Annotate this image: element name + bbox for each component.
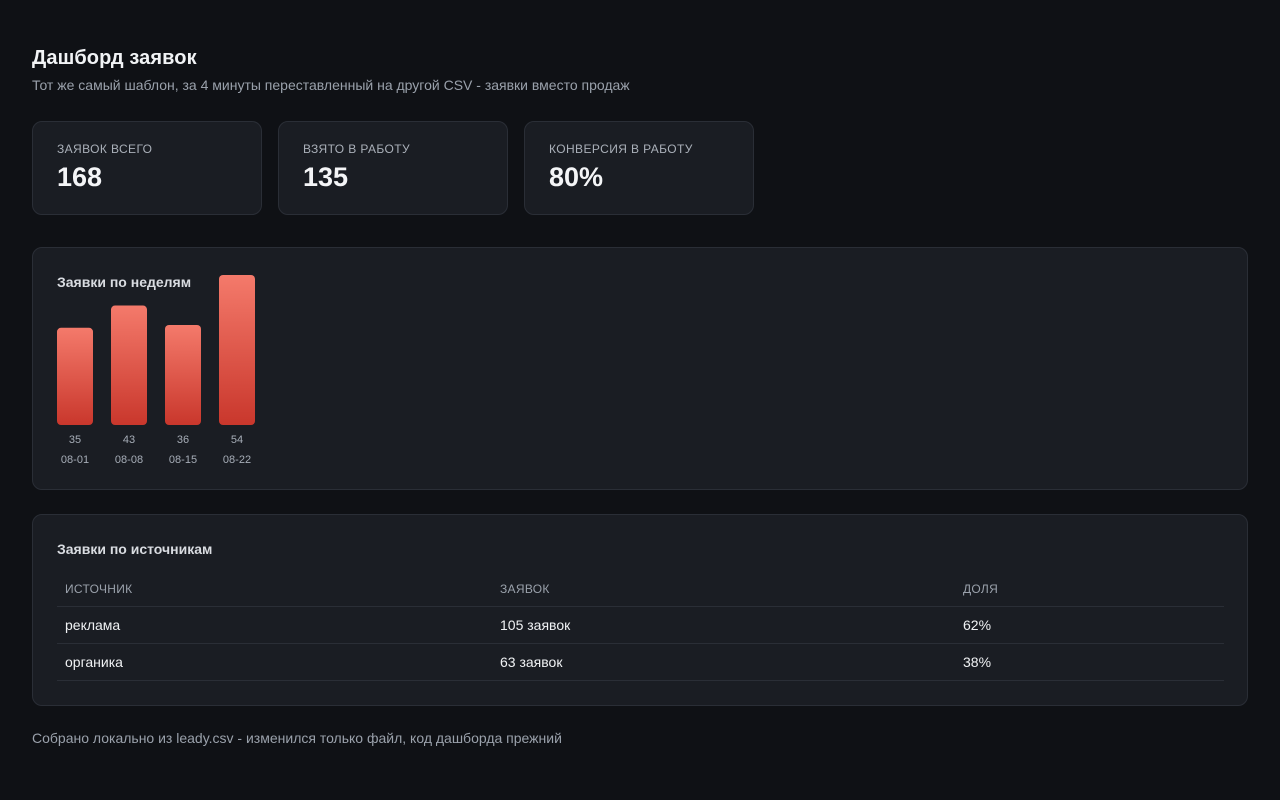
cell-share: 62% bbox=[963, 617, 992, 633]
bar-category-label: 08-01 bbox=[61, 454, 89, 466]
table-title: Заявки по источникам bbox=[57, 541, 213, 557]
cell-share: 38% bbox=[963, 654, 992, 670]
kpi-value: 168 bbox=[57, 162, 103, 192]
table-header-row: ИСТОЧНИК ЗАЯВОК ДОЛЯ bbox=[57, 571, 1224, 607]
weekly-bar-chart: 35 08-01 43 08-08 36 08-15 54 08-22 bbox=[57, 275, 255, 466]
bar-category-label: 08-15 bbox=[169, 454, 197, 466]
cell-source: органика bbox=[65, 654, 123, 670]
chart-bar bbox=[57, 327, 93, 425]
kpi-label: ВЗЯТО В РАБОТУ bbox=[303, 142, 411, 156]
sources-table: ИСТОЧНИК ЗАЯВОК ДОЛЯ реклама 105 заявок … bbox=[57, 571, 1224, 681]
table-row: органика 63 заявок 38% bbox=[57, 644, 1224, 681]
kpi-label: ЗАЯВОК ВСЕГО bbox=[57, 142, 153, 156]
bar-category-label: 08-08 bbox=[115, 454, 143, 466]
kpi-value: 80% bbox=[549, 162, 604, 192]
page-title: Дашборд заявок bbox=[32, 47, 197, 69]
sources-table-panel: Заявки по источникам ИСТОЧНИК ЗАЯВОК ДОЛ… bbox=[32, 514, 1248, 706]
chart-bar bbox=[219, 275, 255, 425]
kpi-card-conversion: КОНВЕРСИЯ В РАБОТУ 80% bbox=[524, 121, 754, 215]
chart-title: Заявки по неделям bbox=[57, 274, 192, 290]
column-header-count: ЗАЯВОК bbox=[500, 581, 550, 596]
page-subtitle: Тот же самый шаблон, за 4 минуты переста… bbox=[32, 77, 630, 93]
dashboard-page: Дашборд заявок Тот же самый шаблон, за 4… bbox=[0, 0, 1280, 800]
kpi-card-taken: ВЗЯТО В РАБОТУ 135 bbox=[278, 121, 508, 215]
kpi-label: КОНВЕРСИЯ В РАБОТУ bbox=[549, 142, 693, 156]
cell-source: реклама bbox=[65, 617, 121, 633]
bar-category-label: 08-22 bbox=[223, 454, 251, 466]
kpi-row: ЗАЯВОК ВСЕГО 168 ВЗЯТО В РАБОТУ 135 КОНВ… bbox=[32, 121, 754, 215]
column-header-source: ИСТОЧНИК bbox=[65, 581, 133, 596]
table-row: реклама 105 заявок 62% bbox=[57, 607, 1224, 644]
table-body: реклама 105 заявок 62% органика 63 заяво… bbox=[57, 607, 1224, 681]
cell-count: 63 заявок bbox=[500, 654, 563, 670]
chart-bar bbox=[111, 305, 147, 425]
bar-value-label: 35 bbox=[69, 434, 81, 446]
column-header-share: ДОЛЯ bbox=[963, 581, 999, 596]
kpi-value: 135 bbox=[303, 162, 349, 192]
kpi-card-total: ЗАЯВОК ВСЕГО 168 bbox=[32, 121, 262, 215]
footer-note: Собрано локально из leady.csv - изменилс… bbox=[32, 730, 562, 746]
cell-count: 105 заявок bbox=[500, 617, 571, 633]
bar-value-label: 36 bbox=[177, 434, 189, 446]
chart-bar bbox=[165, 325, 201, 425]
bar-value-label: 54 bbox=[231, 434, 243, 446]
bar-value-label: 43 bbox=[123, 434, 135, 446]
weekly-chart-panel: 35 08-01 43 08-08 36 08-15 54 08-22 Заявки по н… bbox=[32, 247, 1248, 490]
